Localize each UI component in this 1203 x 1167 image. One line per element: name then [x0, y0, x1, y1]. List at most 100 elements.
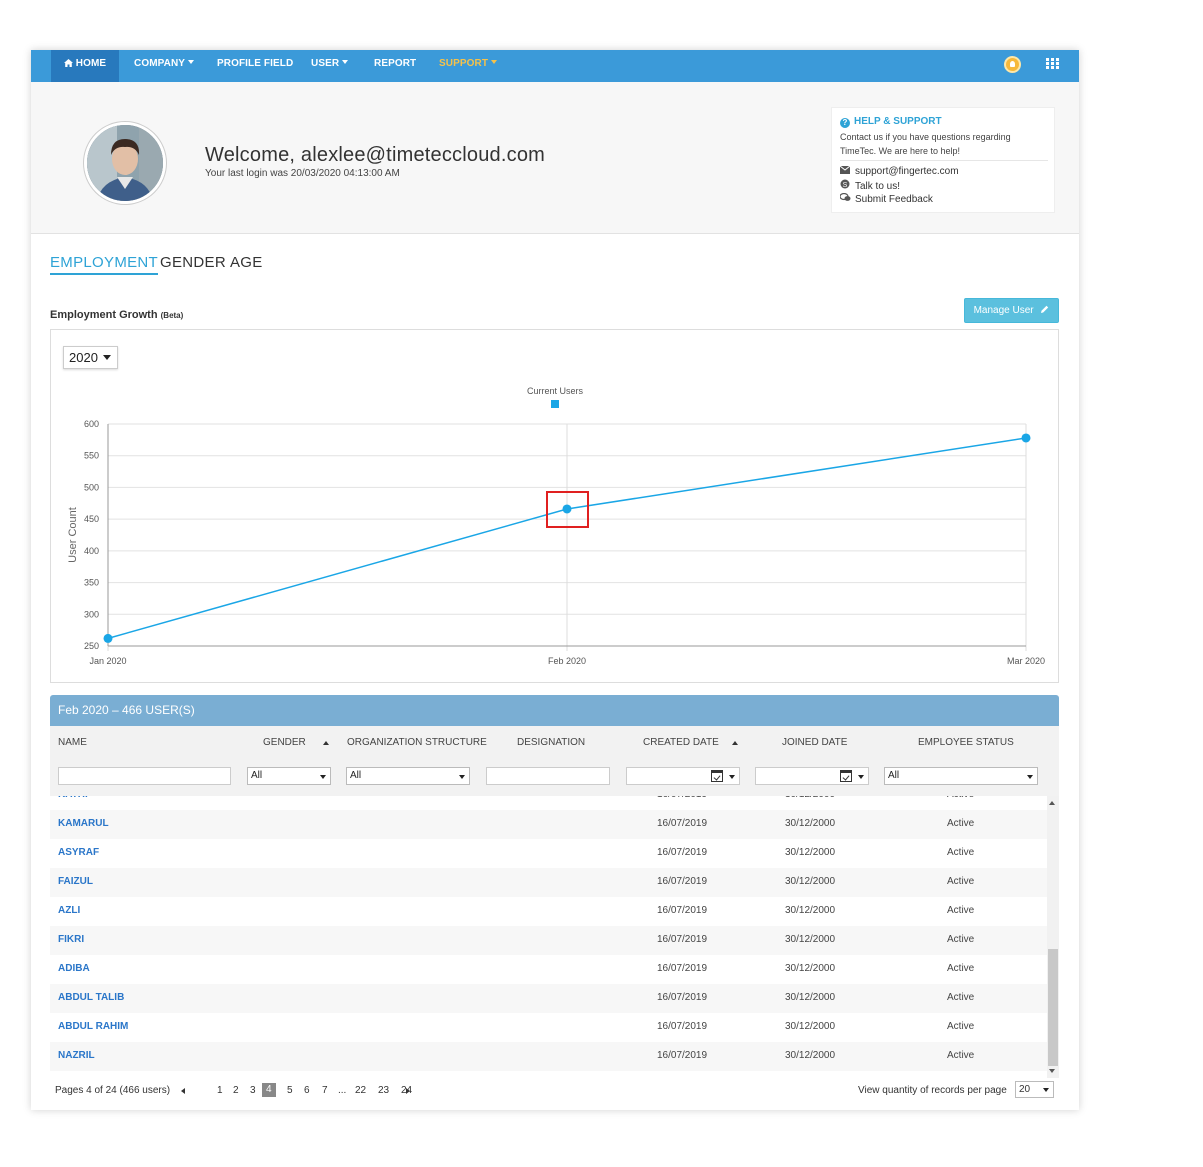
user-name-link[interactable]: AZLI — [58, 905, 80, 916]
y-tick-label: 500 — [84, 482, 99, 492]
gender-filter-select[interactable]: All — [247, 767, 331, 785]
divider — [840, 160, 1048, 161]
apps-grid-icon[interactable] — [1046, 58, 1059, 70]
joined-date-cell: 30/12/2000 — [785, 992, 836, 1003]
nav-report[interactable]: REPORT — [374, 50, 416, 82]
caret-down-icon — [1043, 1088, 1049, 1092]
help-description: Contact us if you have questions regardi… — [840, 132, 1011, 156]
legend-swatch[interactable] — [551, 400, 559, 408]
col-created-date[interactable]: CREATED DATE — [643, 737, 719, 748]
table-row[interactable]: NAZRIL 16/07/2019 30/12/2000 Active — [50, 1042, 1047, 1071]
nav-user[interactable]: USER — [311, 50, 349, 82]
y-tick-label: 350 — [84, 578, 99, 588]
joined-date-filter[interactable] — [755, 767, 869, 785]
help-title-text: HELP & SUPPORT — [854, 116, 942, 127]
support-email-link[interactable]: support@fingertec.com — [839, 165, 959, 177]
status-cell: Active — [947, 1050, 975, 1061]
avatar[interactable] — [84, 122, 166, 204]
top-nav: HOME COMPANY PROFILE FIELD USER REPORT S… — [31, 50, 1079, 82]
data-point[interactable] — [1021, 433, 1031, 443]
next-page-icon[interactable] — [406, 1088, 410, 1094]
table-row[interactable]: AZLI 16/07/2019 30/12/2000 Active — [50, 897, 1047, 926]
y-tick-label: 400 — [84, 546, 99, 556]
nav-profile-field[interactable]: PROFILE FIELD — [217, 50, 293, 82]
table-row[interactable]: ASYRAF 16/07/2019 30/12/2000 Active — [50, 839, 1047, 868]
joined-date-cell: 30/12/2000 — [785, 1021, 836, 1032]
user-name-link[interactable]: NAZRIL — [58, 1050, 95, 1061]
nav-company[interactable]: COMPANY — [134, 50, 195, 82]
talk-to-us-link[interactable]: S Talk to us! — [840, 179, 900, 192]
page-link[interactable]: 23 — [378, 1085, 389, 1096]
user-name-link[interactable]: KAMARUL — [58, 818, 109, 829]
table-row[interactable]: FIKRI 16/07/2019 30/12/2000 Active — [50, 926, 1047, 955]
table-scrollbar[interactable] — [1047, 796, 1059, 1078]
table-header: NAME GENDER ORGANIZATION STRUCTURE DESIG… — [50, 726, 1059, 796]
table-row[interactable]: KAMARUL 16/07/2019 30/12/2000 Active — [50, 810, 1047, 839]
table-row[interactable]: ABDUL RAHIM 16/07/2019 30/12/2000 Active — [50, 1013, 1047, 1042]
table-row[interactable]: ADIBA 16/07/2019 30/12/2000 Active — [50, 955, 1047, 984]
nav-support[interactable]: SUPPORT — [439, 50, 498, 82]
nav-home-label: HOME — [75, 58, 107, 69]
user-name-link[interactable]: ADIBA — [58, 963, 90, 974]
org-filter-select[interactable]: All — [346, 767, 470, 785]
page-link[interactable]: 4 — [262, 1083, 276, 1097]
tab-gender[interactable]: GENDER — [160, 254, 226, 271]
submit-feedback-link[interactable]: Submit Feedback — [839, 192, 933, 205]
nav-home[interactable]: HOME — [51, 50, 119, 82]
scroll-down-icon[interactable] — [1049, 1069, 1055, 1073]
created-date-filter[interactable] — [626, 767, 740, 785]
tab-employment[interactable]: EMPLOYMENT — [50, 254, 159, 275]
designation-filter-input[interactable] — [486, 767, 610, 785]
table-row[interactable]: ABDUL TALIB 16/07/2019 30/12/2000 Active — [50, 984, 1047, 1013]
user-name-link[interactable]: ASYRAF — [58, 847, 99, 858]
data-point[interactable] — [562, 504, 572, 514]
page-link[interactable]: 5 — [287, 1085, 293, 1096]
manage-user-button[interactable]: Manage User — [964, 298, 1059, 323]
page-link[interactable]: 2 — [233, 1085, 239, 1096]
svg-text:S: S — [843, 182, 848, 189]
sort-asc-icon[interactable] — [732, 741, 738, 745]
per-page-select[interactable]: 20 — [1015, 1081, 1054, 1098]
chat-bubbles-icon — [839, 192, 851, 201]
user-name-link[interactable]: KATHI — [58, 796, 88, 800]
user-name-link[interactable]: FAIZUL — [58, 876, 93, 887]
scrollbar-thumb[interactable] — [1048, 949, 1058, 1066]
page-link[interactable]: 7 — [322, 1085, 328, 1096]
col-employee-status[interactable]: EMPLOYEE STATUS — [918, 737, 1014, 748]
user-name-link[interactable]: ABDUL RAHIM — [58, 1021, 128, 1032]
user-name-link[interactable]: ABDUL TALIB — [58, 992, 124, 1003]
table-row[interactable]: FAIZUL 16/07/2019 30/12/2000 Active — [50, 868, 1047, 897]
user-name-link[interactable]: FIKRI — [58, 934, 84, 945]
name-filter-input[interactable] — [58, 767, 231, 785]
prev-page-icon[interactable] — [181, 1088, 185, 1094]
caret-down-icon — [729, 775, 735, 779]
created-date-cell: 16/07/2019 — [657, 905, 708, 916]
data-point[interactable] — [103, 633, 113, 643]
scroll-up-icon[interactable] — [1049, 801, 1055, 805]
calendar-icon[interactable] — [840, 770, 852, 782]
page-link[interactable]: 22 — [355, 1085, 366, 1096]
col-gender[interactable]: GENDER — [263, 737, 306, 748]
col-organization-structure[interactable]: ORGANIZATION STRUCTURE — [347, 737, 487, 748]
status-cell: Active — [947, 847, 975, 858]
created-date-cell: 16/07/2019 — [657, 847, 708, 858]
page-link[interactable]: 3 — [250, 1085, 256, 1096]
page-link[interactable]: 6 — [304, 1085, 310, 1096]
per-page-label: View quantity of records per page — [858, 1085, 1007, 1096]
col-name[interactable]: NAME — [58, 737, 87, 748]
table-row[interactable]: KATHI 16/07/2019 30/12/2000 Active — [50, 796, 1047, 810]
tab-age[interactable]: AGE — [230, 254, 263, 271]
status-cell: Active — [947, 796, 974, 800]
status-cell: Active — [947, 818, 975, 829]
col-joined-date[interactable]: JOINED DATE — [782, 737, 847, 748]
page-link[interactable]: 1 — [217, 1085, 223, 1096]
pencil-icon — [1040, 300, 1049, 323]
calendar-icon[interactable] — [711, 770, 723, 782]
col-designation[interactable]: DESIGNATION — [517, 737, 585, 748]
status-filter-select[interactable]: All — [884, 767, 1038, 785]
created-date-cell: 16/07/2019 — [657, 1021, 708, 1032]
lightbulb-icon[interactable] — [1004, 56, 1021, 73]
table-body: KATHI 16/07/2019 30/12/2000 Active KAMARUL 16… — [50, 796, 1047, 1078]
sort-asc-icon[interactable] — [323, 741, 329, 745]
status-cell: Active — [947, 905, 975, 916]
